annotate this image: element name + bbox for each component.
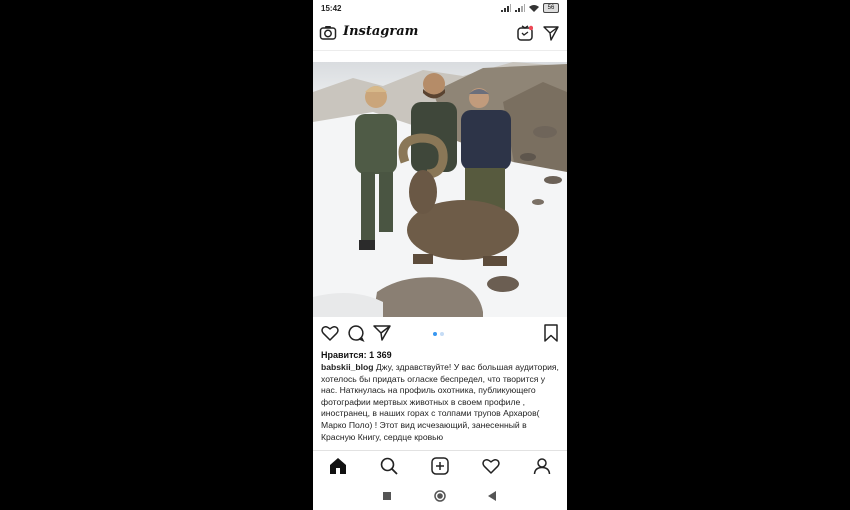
bookmark-icon[interactable] [543,324,559,342]
home-circle-icon[interactable] [434,490,446,502]
comment-icon[interactable] [347,324,365,342]
carousel-dots [433,332,444,336]
add-post-icon[interactable] [431,457,449,475]
status-bar: 15:42 56 [313,0,567,18]
signal-icon [501,4,511,12]
caption-username[interactable]: babskii_blog [321,362,374,372]
caption-text: Джу, здравствуйте! У вас большая аудитор… [321,362,559,442]
likes-count[interactable]: Нравится: 1 369 [321,350,392,360]
hunting-photo [313,62,567,317]
status-icons: 56 [501,3,559,13]
status-time: 15:42 [321,4,342,13]
post-photo[interactable] [313,62,567,317]
share-paper-plane-icon[interactable] [373,324,391,342]
signal-icon-2 [515,4,525,12]
phone-screen: 15:42 56 Instagram Нравится: 1 369 babsk… [313,0,567,510]
carousel-dot [433,332,437,336]
home-icon[interactable] [329,457,347,475]
search-icon[interactable] [380,457,398,475]
igtv-icon[interactable] [517,25,533,41]
instagram-logo: Instagram [343,24,419,39]
wifi-icon [529,5,539,12]
recent-apps-icon[interactable] [383,492,391,500]
bottom-navigation [313,450,567,483]
top-bar: Instagram [313,18,567,51]
heart-icon[interactable] [321,324,339,342]
system-navigation-bar [313,482,567,510]
profile-icon[interactable] [533,457,551,475]
post-actions [313,324,567,344]
camera-icon[interactable] [319,24,337,42]
back-icon[interactable] [488,491,497,501]
activity-heart-icon[interactable] [482,457,500,475]
carousel-dot [440,332,444,336]
post-caption: babskii_blog Джу, здравствуйте! У вас бо… [321,362,559,446]
paper-plane-icon[interactable] [543,25,559,41]
battery-icon: 56 [543,3,559,13]
